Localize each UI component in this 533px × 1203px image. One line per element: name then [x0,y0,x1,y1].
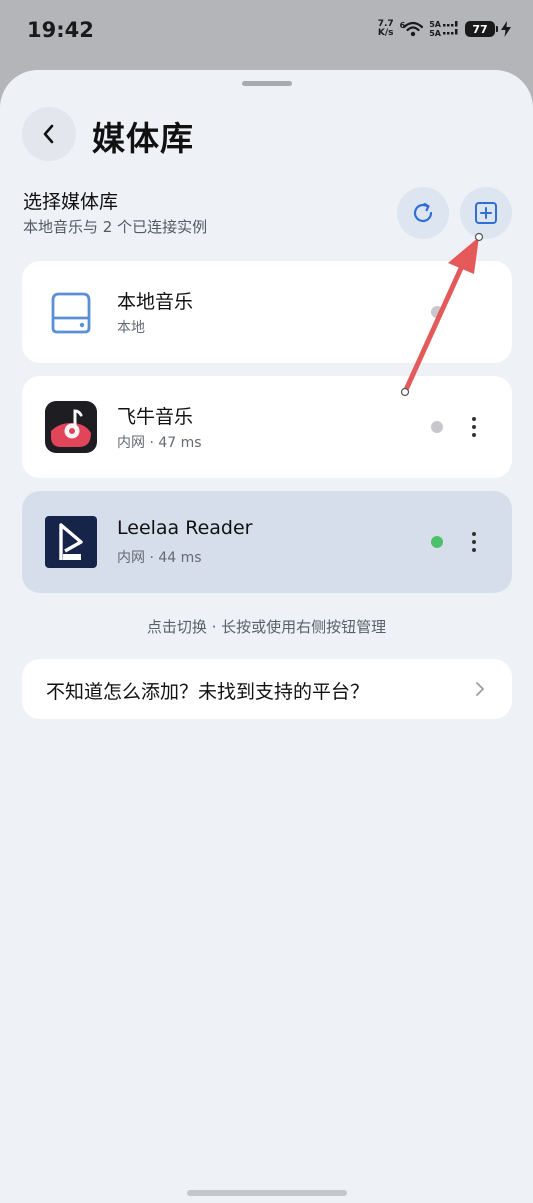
media-library-sheet: 媒体库 选择媒体库 本地音乐与 2 个已连接实例 本地音乐 本地 飞牛音乐 内网… [0,70,533,1203]
library-detail: 本地 [117,320,145,336]
library-detail: 内网 · 44 ms [117,550,202,566]
section-subtitle: 本地音乐与 2 个已连接实例 [23,218,208,236]
library-card-feiniu[interactable]: 飞牛音乐 内网 · 47 ms [22,376,512,478]
more-options-button[interactable] [458,522,490,562]
sheet-drag-handle[interactable] [242,81,292,86]
help-label: 不知道怎么添加？未找到支持的平台？ [46,681,370,703]
chevron-left-icon [43,124,54,144]
more-options-button[interactable] [458,407,490,447]
more-vertical-icon [472,532,476,536]
help-add-platform[interactable]: 不知道怎么添加？未找到支持的平台？ [22,659,512,719]
battery-indicator: 77 [465,21,498,37]
leelaa-reader-icon [45,516,97,568]
status-dot-offline [431,421,443,433]
library-name: 飞牛音乐 [117,406,194,428]
more-vertical-icon [472,417,476,421]
feiniu-music-icon [45,401,97,453]
usage-hint: 点击切换 · 长按或使用右侧按钮管理 [146,618,387,636]
status-dot-online [431,536,443,548]
add-square-icon [475,202,497,224]
refresh-button[interactable] [397,187,449,239]
wifi-icon: 6 [400,21,424,37]
hard-drive-icon [51,292,91,334]
status-dot-offline [431,306,443,318]
back-button[interactable] [22,107,76,161]
charging-icon [501,21,511,37]
chevron-right-icon [476,682,484,696]
section-title: 选择媒体库 [23,191,119,213]
library-card-local[interactable]: 本地音乐 本地 [22,261,512,363]
library-name: 本地音乐 [117,291,194,313]
status-indicators: 7.7 K/s 6 5A 5A 77 [378,20,511,38]
add-library-button[interactable] [460,187,512,239]
home-indicator [187,1190,347,1196]
library-detail: 内网 · 47 ms [117,435,202,451]
status-time: 19:42 [27,18,94,42]
status-bar: 19:42 7.7 K/s 6 5A 5A 77 [0,0,533,62]
cellular-signal-icon: 5A 5A [429,20,459,38]
library-card-leelaa[interactable]: Leelaa Reader 内网 · 44 ms [22,491,512,593]
library-name: Leelaa Reader [117,517,253,539]
network-speed: 7.7 K/s [377,19,394,38]
refresh-icon [413,202,433,223]
page-title: 媒体库 [92,119,194,158]
